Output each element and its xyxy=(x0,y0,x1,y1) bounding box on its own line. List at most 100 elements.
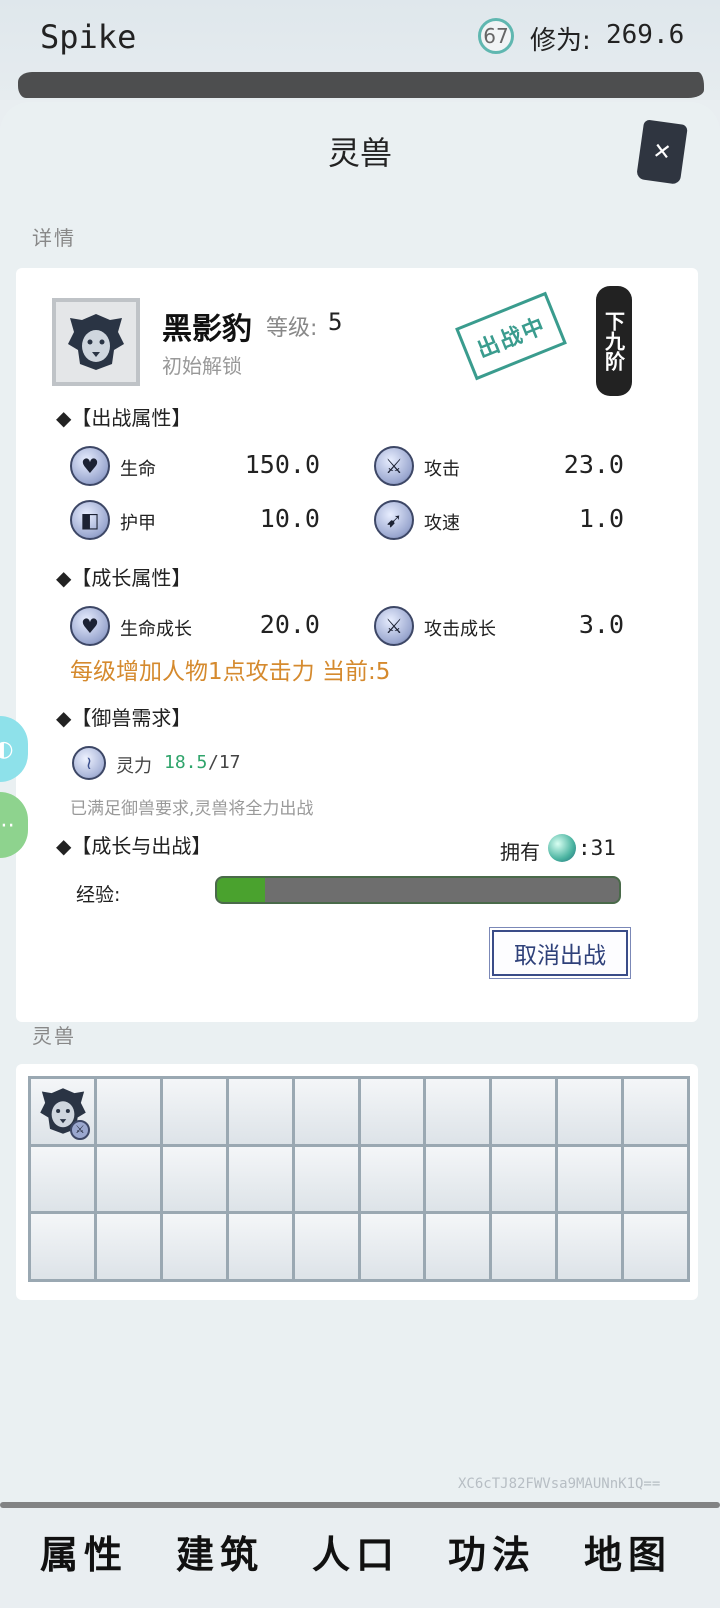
pet-slot-empty[interactable] xyxy=(426,1214,490,1279)
exp-progress-fill xyxy=(217,878,266,902)
pet-slot-empty[interactable] xyxy=(426,1146,490,1212)
device-code: XC6cTJ82FWVsa9MAUNnK1Q== xyxy=(458,1476,661,1492)
pet-slot-empty[interactable] xyxy=(162,1214,226,1279)
shield-icon: ◧ xyxy=(70,500,110,540)
pet-portrait xyxy=(52,298,140,386)
stat-value: 20.0 xyxy=(259,610,320,639)
bottom-nav: 属性 建筑 人口 功法 地图 xyxy=(0,1502,720,1608)
stat-value: 3.0 xyxy=(578,610,624,639)
spirit-current: 18.5 xyxy=(164,752,208,773)
pet-slot-empty[interactable] xyxy=(558,1214,622,1279)
unlock-text: 初始解锁 xyxy=(162,354,242,378)
stat-value: 150.0 xyxy=(244,450,320,479)
stat-hp-growth: ♥ 生命成长 20.0 xyxy=(70,606,320,650)
progression-title: ◆【成长与出战】 xyxy=(56,834,212,858)
pet-slot-empty[interactable] xyxy=(162,1146,226,1212)
pet-grid-card: ⚔ xyxy=(16,1064,698,1300)
sword-growth-icon: ⚔ xyxy=(374,606,414,646)
exp-label: 经验: xyxy=(76,884,121,906)
pet-inventory-grid: ⚔ xyxy=(28,1076,690,1282)
stat-label: 攻速 xyxy=(424,513,460,534)
nav-techniques[interactable]: 功法 xyxy=(448,1524,536,1579)
pet-slot-empty[interactable] xyxy=(492,1146,556,1212)
pet-slot-empty[interactable] xyxy=(96,1146,160,1212)
pet-level-label: 等级: xyxy=(266,316,318,341)
stat-attack: ⚔ 攻击 23.0 xyxy=(374,446,624,490)
spirit-label: 灵力 xyxy=(116,756,152,777)
pet-slot-occupied[interactable]: ⚔ xyxy=(31,1079,94,1144)
stat-value: 23.0 xyxy=(563,450,624,479)
pet-level-value: 5 xyxy=(328,308,343,336)
stat-label: 生命 xyxy=(120,459,156,480)
sword-badge-icon: ⚔ xyxy=(69,1119,90,1140)
stat-hp: ♥ 生命 150.0 xyxy=(70,446,320,490)
player-name: Spike xyxy=(40,18,137,56)
pet-slot-empty[interactable] xyxy=(96,1079,160,1144)
stat-value: 10.0 xyxy=(259,504,320,533)
pet-slot-empty[interactable] xyxy=(558,1079,622,1144)
growth-attrs-title: ◆【成长属性】 xyxy=(56,566,192,590)
close-icon[interactable]: ✕ xyxy=(636,119,688,185)
ink-divider xyxy=(18,72,704,98)
pet-slot-empty[interactable] xyxy=(294,1146,358,1212)
nav-attributes[interactable]: 属性 xyxy=(40,1524,128,1579)
pet-slot-empty[interactable] xyxy=(360,1079,424,1144)
cancel-battle-button[interactable]: 取消出战 xyxy=(492,930,628,976)
spirit-max: /17 xyxy=(208,752,241,773)
taming-note: 已满足御兽要求,灵兽将全力出战 xyxy=(70,799,314,819)
pet-slot-empty[interactable] xyxy=(624,1214,687,1279)
stat-attack-speed: ➹ 攻速 1.0 xyxy=(374,500,624,544)
spirit-gem-icon xyxy=(548,834,576,862)
cultivation-value: 269.6 xyxy=(606,20,685,50)
panel-title: 灵兽 xyxy=(327,134,392,172)
pet-slot-empty[interactable] xyxy=(228,1079,292,1144)
stat-armor: ◧ 护甲 10.0 xyxy=(70,500,320,544)
nav-buildings[interactable]: 建筑 xyxy=(176,1524,264,1579)
speed-icon: ➹ xyxy=(374,500,414,540)
taming-title: ◆【御兽需求】 xyxy=(56,706,192,730)
pet-slot-empty[interactable] xyxy=(228,1146,292,1212)
heart-icon: ♥ xyxy=(70,446,110,486)
tier-badge: 下九阶 xyxy=(596,286,632,396)
spirit-icon: ≀ xyxy=(72,746,106,780)
pet-name: 黑影豹 xyxy=(162,312,252,347)
pet-slot-empty[interactable] xyxy=(624,1079,687,1144)
growth-note: 每级增加人物1点攻击力 当前:5 xyxy=(70,659,391,685)
stat-label: 护甲 xyxy=(120,513,156,534)
nav-map[interactable]: 地图 xyxy=(584,1524,672,1579)
pet-slot-empty[interactable] xyxy=(31,1146,94,1212)
pet-slot-empty[interactable] xyxy=(558,1146,622,1212)
lion-icon xyxy=(68,314,124,370)
pet-slot-empty[interactable] xyxy=(294,1079,358,1144)
level-badge: 67 xyxy=(478,18,514,54)
spirit-beast-panel: 灵兽 ✕ 详情 黑影豹 等级: 5 初始解锁 出战中 下九阶 ◆【出战属性】 ♥… xyxy=(0,102,720,1502)
top-bar: Spike 67 修为: 269.6 xyxy=(0,0,720,100)
sword-icon: ⚔ xyxy=(374,446,414,486)
pet-slot-empty[interactable] xyxy=(228,1214,292,1279)
nav-population[interactable]: 人口 xyxy=(312,1524,400,1579)
stat-label: 生命成长 xyxy=(120,619,192,640)
pet-slot-empty[interactable] xyxy=(31,1214,94,1279)
pet-slot-empty[interactable] xyxy=(492,1079,556,1144)
battle-status-stamp: 出战中 xyxy=(455,291,567,381)
pet-slot-empty[interactable] xyxy=(360,1214,424,1279)
exp-progress-bar xyxy=(215,876,621,904)
pet-slot-empty[interactable] xyxy=(294,1214,358,1279)
pet-slot-empty[interactable] xyxy=(162,1079,226,1144)
pet-slot-empty[interactable] xyxy=(426,1079,490,1144)
owned-value: :31 xyxy=(578,836,616,860)
nav-ink-divider xyxy=(0,1502,720,1508)
pets-section-label: 灵兽 xyxy=(32,1024,76,1048)
combat-attrs-title: ◆【出战属性】 xyxy=(56,406,192,430)
stat-label: 攻击成长 xyxy=(424,619,496,640)
pet-slot-empty[interactable] xyxy=(492,1214,556,1279)
pet-slot-empty[interactable] xyxy=(624,1146,687,1212)
details-section-label: 详情 xyxy=(32,226,76,250)
owned-label: 拥有 xyxy=(500,840,540,864)
stat-attack-growth: ⚔ 攻击成长 3.0 xyxy=(374,606,624,650)
pet-detail-card: 黑影豹 等级: 5 初始解锁 出战中 下九阶 ◆【出战属性】 ♥ 生命 150.… xyxy=(16,268,698,1022)
pet-slot-empty[interactable] xyxy=(96,1214,160,1279)
stat-value: 1.0 xyxy=(578,504,624,533)
pet-slot-empty[interactable] xyxy=(360,1146,424,1212)
heart-growth-icon: ♥ xyxy=(70,606,110,646)
